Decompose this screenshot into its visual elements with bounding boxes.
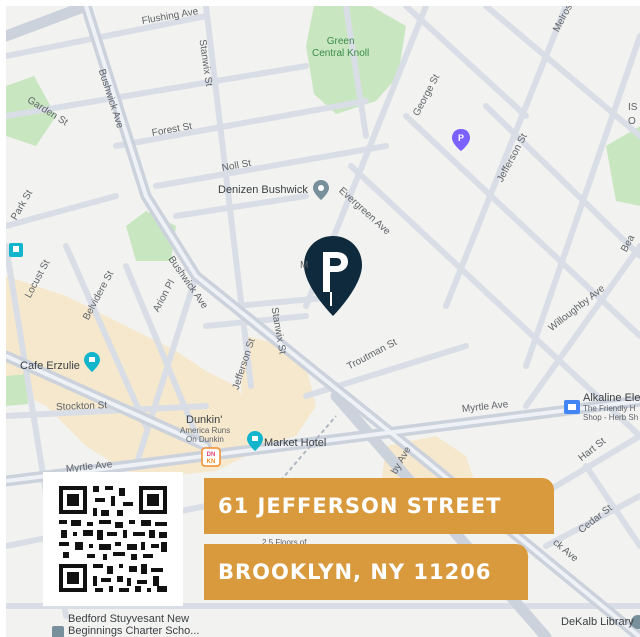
place-label-market-hotel: Market Hotel xyxy=(264,437,327,449)
address-line-2: BROOKLYN, NY 11206 xyxy=(204,544,528,600)
street-label: Stockton St xyxy=(55,400,108,413)
svg-text:KN: KN xyxy=(207,459,216,465)
map-frame[interactable]: P DN KN Flushing Ave Bushwick Ave Stanwi… xyxy=(6,6,640,637)
place-label-partial: IS xyxy=(628,102,638,113)
qr-code-icon xyxy=(43,472,183,606)
qr-code[interactable] xyxy=(43,472,183,606)
svg-text:DN: DN xyxy=(207,452,216,458)
place-sublabel-dunkin: America Runs xyxy=(180,426,231,435)
dunkin-logo[interactable]: DN KN xyxy=(201,447,221,467)
place-label-partial: O xyxy=(628,116,636,127)
place-sublabel-alkaline: The Friendly H xyxy=(583,404,636,413)
place-pin-icon[interactable] xyxy=(313,180,329,200)
address-line-1: 61 JEFFERSON STREET xyxy=(204,478,554,534)
place-label-alkaline: Alkaline Ele xyxy=(583,392,640,404)
school-icon[interactable] xyxy=(52,626,64,637)
transit-icon[interactable] xyxy=(9,243,23,257)
place-label-cafe-erzulie: Cafe Erzulie xyxy=(20,360,80,372)
place-label-bedford: Beginnings Charter Scho... xyxy=(68,625,200,637)
place-label-bedford: Bedford Stuyvesant New xyxy=(68,613,190,625)
street-label: M xyxy=(300,260,309,271)
place-sublabel-dunkin: On Dunkin xyxy=(186,435,224,444)
place-label-dekalb-library: DeKalb Library xyxy=(561,616,634,628)
property-location-pin-icon[interactable] xyxy=(304,236,362,316)
park-label-green-central-knoll: Green Central Knoll xyxy=(312,36,370,59)
alkaline-store-icon[interactable] xyxy=(564,400,580,414)
place-label-denizen-bushwick: Denizen Bushwick xyxy=(218,184,308,196)
parking-icon[interactable]: P xyxy=(452,129,470,151)
place-sublabel-alkaline: Shop - Herb Sh xyxy=(583,413,639,422)
place-label-dunkin: Dunkin' xyxy=(186,414,223,426)
svg-text:P: P xyxy=(458,133,464,143)
